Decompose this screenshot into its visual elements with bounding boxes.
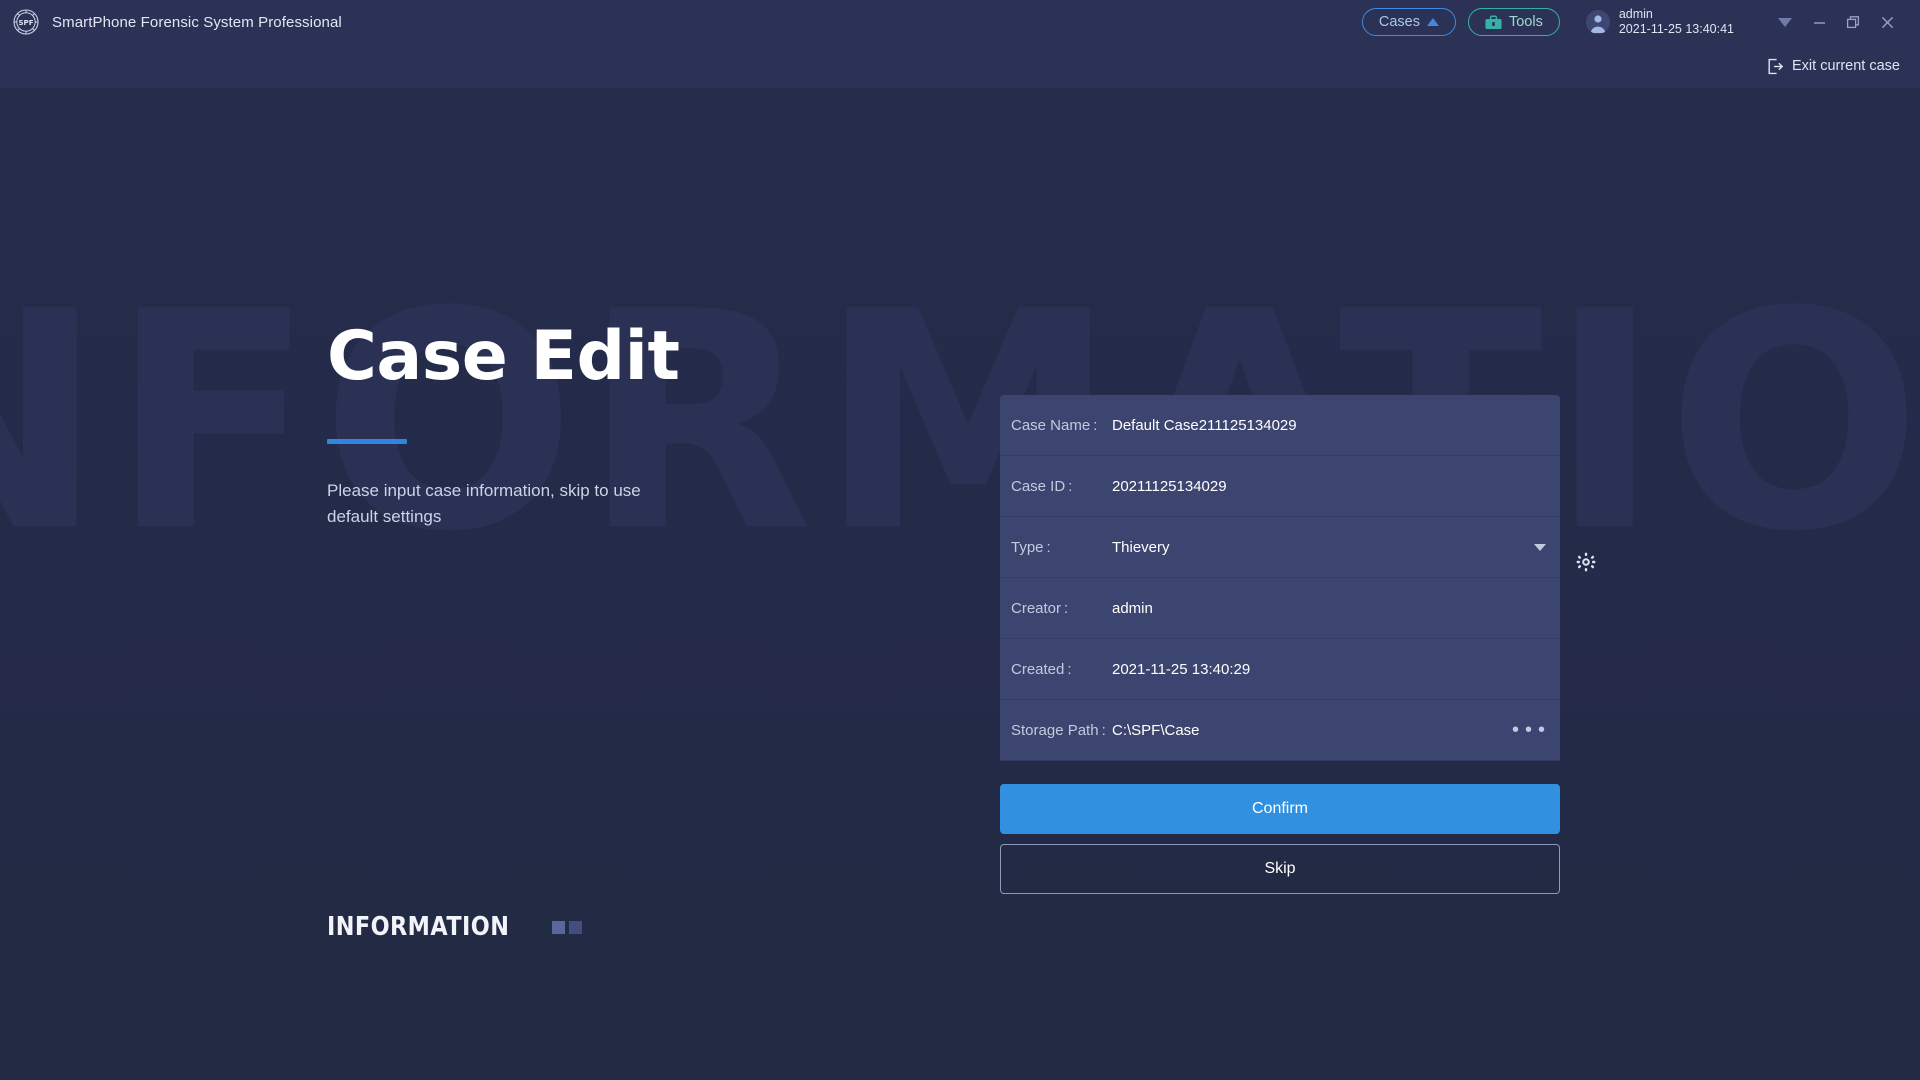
- case-edit-form: Case Name : Default Case211125134029 Cas…: [1000, 395, 1596, 894]
- caret-down-icon: [1778, 17, 1792, 27]
- footer-square-light: [552, 920, 566, 934]
- field-case-name-value[interactable]: Default Case211125134029: [1112, 417, 1560, 434]
- background-watermark: INFORMATION: [0, 248, 1920, 597]
- field-case-name[interactable]: Case Name : Default Case211125134029: [1000, 395, 1560, 456]
- browse-path-button[interactable]: • • •: [1512, 720, 1546, 740]
- field-storage-path[interactable]: Storage Path : C:\SPF\Case • • •: [1000, 700, 1560, 761]
- cases-button[interactable]: Cases: [1361, 8, 1456, 36]
- close-icon: [1881, 16, 1893, 28]
- skip-button[interactable]: Skip: [1000, 844, 1560, 894]
- tools-button[interactable]: Tools: [1467, 8, 1560, 36]
- exit-current-case-button[interactable]: Exit current case: [1767, 58, 1900, 75]
- field-case-name-label: Case Name :: [1011, 416, 1098, 434]
- hero-block: Case Edit Please input case information,…: [327, 323, 887, 531]
- field-creator-label: Creator :: [1011, 599, 1069, 617]
- field-type-value[interactable]: Thievery: [1112, 539, 1560, 556]
- restore-button[interactable]: [1836, 7, 1870, 37]
- information-footer-label: INFORMATION: [327, 912, 510, 942]
- spf-logo-icon: SPF: [13, 9, 39, 35]
- field-type[interactable]: Type : Thievery: [1000, 517, 1560, 578]
- dropdown-button[interactable]: [1768, 7, 1802, 37]
- exit-icon: [1768, 58, 1784, 74]
- information-footer-dots: [552, 920, 583, 934]
- gear-icon[interactable]: [1576, 552, 1596, 572]
- exit-current-case-label: Exit current case: [1792, 58, 1900, 74]
- field-creator[interactable]: Creator : admin: [1000, 578, 1560, 639]
- information-footer: INFORMATION: [327, 912, 583, 942]
- chevron-down-icon[interactable]: [1534, 544, 1546, 551]
- user-info: admin 2021-11-25 13:40:41: [1619, 7, 1734, 37]
- page-subtitle: Please input case information, skip to u…: [327, 481, 641, 527]
- field-storage-path-label: Storage Path :: [1011, 721, 1106, 739]
- app-title: SmartPhone Forensic System Professional: [52, 13, 342, 31]
- field-case-id[interactable]: Case ID : 20211125134029: [1000, 456, 1560, 517]
- toolbox-icon: [1485, 15, 1502, 29]
- main-content: INFORMATION Case Edit Please input case …: [0, 88, 1920, 1080]
- app-window: SPF SmartPhone Forensic System Professio…: [0, 0, 1920, 1080]
- user-name: admin: [1618, 7, 1653, 22]
- field-case-id-value[interactable]: 20211125134029: [1112, 478, 1560, 495]
- footer-square-dark: [569, 920, 583, 934]
- title-bar: SPF SmartPhone Forensic System Professio…: [0, 0, 1920, 44]
- field-storage-path-value[interactable]: C:\SPF\Case: [1112, 722, 1560, 739]
- field-creator-value[interactable]: admin: [1112, 600, 1560, 617]
- user-menu[interactable]: admin 2021-11-25 13:40:41: [1585, 7, 1734, 37]
- close-button[interactable]: [1870, 7, 1904, 37]
- user-avatar-icon: [1585, 10, 1610, 34]
- field-created-value: 2021-11-25 13:40:29: [1112, 660, 1251, 678]
- sub-bar: Exit current case: [0, 44, 1920, 88]
- field-type-label: Type :: [1011, 538, 1051, 556]
- confirm-button[interactable]: Confirm: [1000, 784, 1560, 834]
- tools-button-label: Tools: [1508, 14, 1543, 30]
- window-controls: [1768, 7, 1904, 37]
- field-created[interactable]: Created : 2021-11-25 13:40:29: [1000, 639, 1560, 700]
- minimize-icon: [1813, 21, 1825, 24]
- caret-up-icon: [1426, 18, 1439, 26]
- cases-button-label: Cases: [1378, 14, 1420, 30]
- minimize-button[interactable]: [1802, 7, 1836, 37]
- restore-icon: [1846, 15, 1859, 28]
- field-case-id-label: Case ID :: [1011, 477, 1073, 495]
- field-created-label: Created :: [1011, 660, 1072, 678]
- title-underline: [327, 439, 407, 444]
- svg-text:SPF: SPF: [19, 19, 34, 27]
- user-datetime: 2021-11-25 13:40:41: [1618, 22, 1734, 36]
- page-title: Case Edit: [327, 317, 680, 396]
